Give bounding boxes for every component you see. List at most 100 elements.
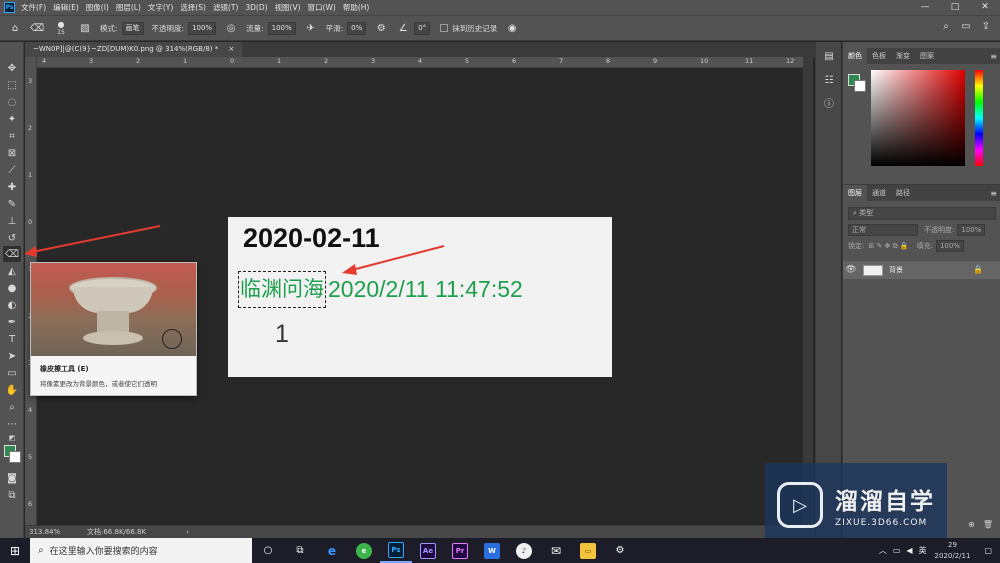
music-app-icon[interactable]: ♪ (508, 538, 540, 563)
history-brush-tool-icon[interactable]: ↺ (3, 230, 21, 246)
history-panel-icon[interactable]: ▤ (819, 48, 839, 66)
crop-tool-icon[interactable]: ⌗ (3, 128, 21, 144)
screen-mode-icon[interactable]: ⧉ (3, 487, 21, 503)
gear-icon[interactable]: ⚙ (374, 21, 388, 35)
pressure-opacity-icon[interactable]: ◎ (224, 21, 238, 35)
layer-opacity-field[interactable]: 100% (957, 224, 986, 236)
home-icon[interactable]: ⌂ (8, 21, 22, 35)
layers-menu-icon[interactable]: ≡ (990, 189, 997, 198)
lock-icons[interactable]: ⊞ ✎ ✥ ⧉ 🔒 (868, 242, 908, 251)
task-view-circle-icon[interactable]: ○ (252, 538, 284, 563)
flow-field[interactable]: 100% (267, 21, 296, 35)
menu-3d[interactable]: 3D(D) (245, 3, 267, 12)
blur-tool-icon[interactable]: ● (3, 280, 21, 296)
tab-gradients[interactable]: 渐变 (891, 48, 915, 64)
smoothing-field[interactable]: 0% (347, 21, 367, 35)
blend-mode-select[interactable]: 正常 (848, 224, 918, 236)
hue-slider[interactable] (975, 70, 983, 166)
pen-tool-icon[interactable]: ✒ (3, 314, 21, 330)
settings-gear-icon[interactable]: ⚙ (604, 538, 636, 563)
path-selection-tool-icon[interactable]: ➤ (3, 348, 21, 364)
workspace-icon[interactable]: ▭ (958, 21, 974, 32)
taskbar-search-box[interactable]: ⌕ 在这里输入你要搜索的内容 (30, 538, 252, 563)
brush-tool-icon[interactable]: ✎ (3, 196, 21, 212)
maximize-button[interactable]: □ (940, 0, 970, 15)
marquee-tool-icon[interactable]: ⬚ (3, 77, 21, 93)
tab-layers[interactable]: 图层 (843, 185, 867, 201)
clone-stamp-tool-icon[interactable]: ⊥ (3, 213, 21, 229)
menu-layer[interactable]: 图层(L) (116, 2, 141, 13)
properties-panel-icon[interactable]: ☷ (819, 72, 839, 90)
menu-filter[interactable]: 滤镜(T) (213, 2, 238, 13)
windows-start-icon[interactable]: ⊞ (0, 544, 30, 558)
hand-tool-icon[interactable]: ✋ (3, 382, 21, 398)
lasso-tool-icon[interactable]: ◌ (3, 94, 21, 110)
status-menu-icon[interactable]: › (186, 528, 189, 536)
menu-help[interactable]: 帮助(H) (343, 2, 370, 13)
paint-bucket-tool-icon[interactable]: ◭ (3, 263, 21, 279)
menu-edit[interactable]: 编辑(E) (53, 2, 79, 13)
layer-filter-select[interactable]: ⌕ 类型 (848, 207, 996, 220)
eye-icon[interactable]: 👁 (843, 265, 859, 275)
new-layer-icon[interactable]: ⊕ (968, 520, 975, 532)
zoom-tool-icon[interactable]: ⌕ (3, 399, 21, 415)
type-tool-icon[interactable]: T (3, 331, 21, 347)
premiere-icon[interactable]: Pr (444, 538, 476, 563)
close-window-button[interactable]: ✕ (970, 0, 1000, 15)
background-color-swatch[interactable] (9, 451, 21, 463)
panel-background-swatch[interactable] (854, 80, 866, 92)
shape-tool-icon[interactable]: ▭ (3, 365, 21, 381)
default-colors-icon[interactable]: ◩ (3, 430, 21, 446)
opacity-field[interactable]: 100% (188, 21, 217, 35)
tab-color[interactable]: 颜色 (843, 48, 867, 64)
magic-wand-tool-icon[interactable]: ✦ (3, 111, 21, 127)
menu-window[interactable]: 窗口(W) (308, 2, 336, 13)
menu-view[interactable]: 视图(V) (275, 2, 301, 13)
angle-field[interactable]: 0° (414, 21, 431, 35)
erase-to-history-checkbox[interactable]: 抹到历史记录 (440, 23, 497, 34)
tab-channels[interactable]: 通道 (867, 185, 891, 201)
panel-menu-icon[interactable]: ≡ (990, 52, 997, 61)
volume-icon[interactable]: ◀ (906, 546, 912, 555)
tab-paths[interactable]: 路径 (891, 185, 915, 201)
mode-select[interactable]: 画笔 (121, 21, 144, 35)
layer-row[interactable]: 👁 背景 🔒 (843, 261, 1000, 279)
menu-select[interactable]: 选择(S) (180, 2, 206, 13)
after-effects-icon[interactable]: Ae (412, 538, 444, 563)
network-icon[interactable]: ▭ (893, 546, 901, 555)
notification-icon[interactable]: ▢ (984, 546, 992, 555)
zoom-level[interactable]: 313.84% (29, 528, 81, 536)
brush-preset-picker[interactable]: ● 15 (52, 20, 70, 36)
task-view-icon[interactable]: ⧉ (284, 538, 316, 563)
tab-close-icon[interactable]: × (229, 45, 235, 53)
info-panel-icon[interactable]: ⓘ (819, 96, 839, 114)
eyedropper-tool-icon[interactable]: ⟋ (3, 162, 21, 178)
document-canvas[interactable]: 2020-02-11 临渊问海 2020/2/11 11:47:52 1 (228, 217, 612, 377)
color-picker-field[interactable] (871, 70, 965, 166)
ime-indicator[interactable]: 英 (919, 545, 927, 556)
move-tool-icon[interactable]: ✥ (3, 60, 21, 76)
delete-layer-icon[interactable]: 🗑 (983, 520, 993, 532)
frame-tool-icon[interactable]: ⊠ (3, 145, 21, 161)
eraser-preset-icon[interactable]: ⌫ (30, 21, 44, 35)
pressure-size-icon[interactable]: ◉ (505, 21, 519, 35)
menu-type[interactable]: 文字(Y) (148, 2, 173, 13)
eraser-tool-icon[interactable]: ⌫ (3, 246, 21, 262)
tab-swatches[interactable]: 色板 (867, 48, 891, 64)
tray-chevron-icon[interactable]: ︿ (879, 545, 887, 556)
search-icon[interactable]: ⌕ (938, 21, 954, 32)
document-tab[interactable]: ~WN0P]|@(C(9}~ZD[DUM)K0.png @ 314%(RGB/8… (25, 42, 243, 57)
wps-icon[interactable]: W (476, 538, 508, 563)
wechat-icon[interactable]: ✉ (540, 538, 572, 563)
menu-file[interactable]: 文件(F) (21, 2, 46, 13)
edge-browser-icon[interactable]: e (316, 538, 348, 563)
selected-name-text[interactable]: 临渊问海 (238, 271, 326, 308)
minimize-button[interactable]: — (910, 0, 940, 15)
airbrush-icon[interactable]: ✈ (304, 21, 318, 35)
taskbar-clock[interactable]: 29 2020/2/11 (935, 540, 971, 562)
share-icon[interactable]: ⇪ (978, 21, 994, 32)
file-explorer-icon[interactable]: ▭ (572, 538, 604, 563)
fill-field[interactable]: 100% (935, 240, 964, 252)
quick-mask-icon[interactable]: ◙ (3, 470, 21, 486)
brush-panel-toggle-icon[interactable]: ▧ (78, 21, 92, 35)
